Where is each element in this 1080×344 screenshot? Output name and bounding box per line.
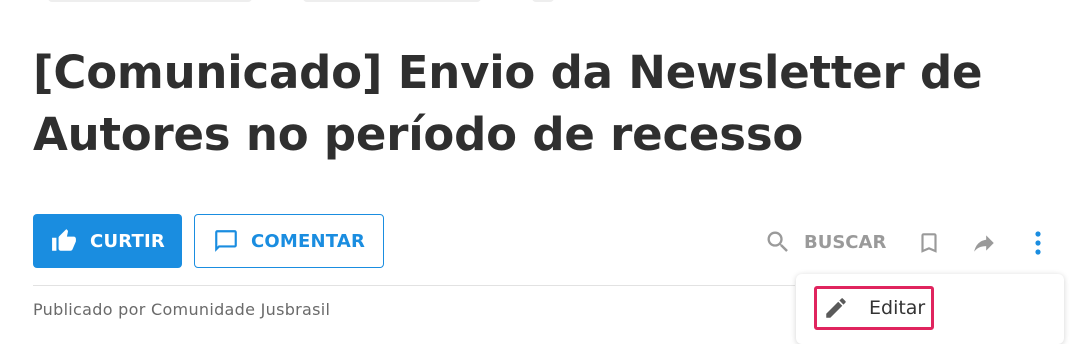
menu-item-edit[interactable]: Editar — [814, 286, 934, 330]
like-button[interactable]: CURTIR — [33, 214, 182, 268]
search-button-label: BUSCAR — [804, 231, 887, 253]
like-button-label: CURTIR — [90, 230, 165, 252]
divider — [33, 285, 795, 286]
options-dropdown-menu: Editar — [796, 274, 1064, 344]
thumbs-up-icon — [52, 229, 76, 251]
top-nav-pill-3 — [532, 0, 554, 2]
pencil-icon — [826, 298, 846, 318]
share-arrow-icon — [974, 235, 994, 252]
comment-button-label: COMENTAR — [250, 230, 366, 252]
search-button[interactable]: BUSCAR — [764, 224, 886, 260]
top-nav-pill-1 — [48, 0, 252, 2]
comment-button[interactable]: COMENTAR — [194, 214, 384, 268]
top-nav-pill-2 — [303, 0, 481, 2]
page-title: [Comunicado] Envio da Newsletter de Auto… — [33, 46, 983, 161]
byline: Publicado por Comunidade Jusbrasil — [33, 300, 331, 319]
bookmark-button[interactable] — [913, 226, 945, 260]
more-vertical-icon — [1035, 231, 1041, 255]
menu-item-edit-label: Editar — [869, 297, 926, 319]
share-button[interactable] — [968, 226, 1000, 260]
bookmark-icon — [921, 233, 937, 253]
comment-icon — [215, 230, 237, 252]
search-icon — [767, 231, 788, 252]
more-options-button[interactable] — [1022, 226, 1054, 260]
